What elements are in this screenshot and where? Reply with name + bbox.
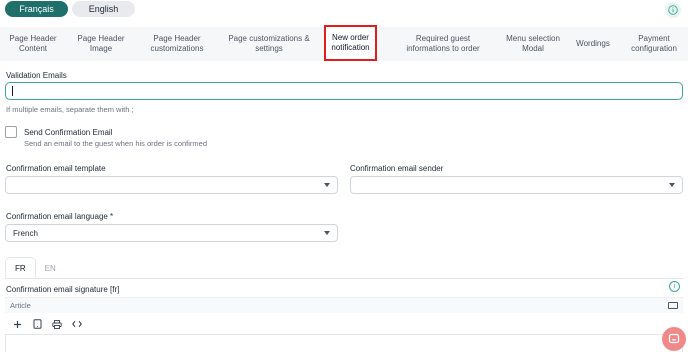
confirmation-sender-select[interactable] [350, 176, 683, 194]
tab-page-header-customizations[interactable]: Page Header customizations [136, 27, 218, 61]
validation-emails-input[interactable] [5, 82, 683, 100]
send-confirmation-description: Send an email to the guest when his orde… [24, 139, 208, 148]
chevron-down-icon [324, 183, 330, 187]
divider [5, 278, 683, 279]
settings-tabs: Page Header Content Page Header Image Pa… [0, 25, 688, 61]
tab-new-order-notification[interactable]: New order notification [324, 25, 377, 61]
confirmation-template-select[interactable] [5, 176, 338, 194]
confirmation-language-value: French [13, 228, 38, 238]
editor-block-type: Article [10, 301, 31, 310]
tablet-icon[interactable] [31, 318, 43, 330]
editor-block-header: Article [5, 297, 683, 313]
print-icon[interactable] [51, 318, 63, 330]
keyboard-icon[interactable] [668, 302, 678, 309]
confirmation-sender-label: Confirmation email sender [350, 164, 444, 173]
confirmation-language-select[interactable]: French [5, 224, 338, 242]
info-icon[interactable] [665, 2, 681, 18]
confirmation-template-label: Confirmation email template [6, 164, 106, 173]
chevron-down-icon [324, 231, 330, 235]
tab-wordings[interactable]: Wordings [570, 27, 616, 61]
code-icon[interactable] [71, 318, 83, 330]
tab-page-header-content[interactable]: Page Header Content [0, 27, 66, 61]
tab-page-header-image[interactable]: Page Header Image [66, 27, 136, 61]
info-icon[interactable]: i [669, 281, 680, 292]
language-en-button[interactable]: English [72, 1, 135, 17]
language-fr-button[interactable]: Français [5, 1, 68, 17]
language-switch: Français English [5, 1, 135, 19]
chevron-down-icon [669, 183, 675, 187]
editor-toolbar [5, 316, 83, 332]
chat-icon [668, 333, 680, 344]
text-cursor [12, 86, 13, 96]
validation-emails-hint: If multiple emails, separate them with ; [6, 105, 134, 114]
signature-editor[interactable] [5, 334, 683, 352]
chat-launcher-button[interactable] [662, 327, 686, 351]
validation-emails-label: Validation Emails [6, 71, 67, 80]
tab-required-guest-informations[interactable]: Required guest informations to order [392, 27, 494, 61]
confirmation-language-label: Confirmation email language * [6, 212, 114, 221]
tab-payment-configuration[interactable]: Payment configuration [622, 27, 686, 61]
send-confirmation-checkbox[interactable] [5, 126, 17, 138]
tab-page-customizations-settings[interactable]: Page customizations & settings [218, 27, 320, 61]
signature-label: Confirmation email signature [fr] [6, 285, 120, 294]
signature-language-tabs: FR EN [5, 257, 65, 279]
tab-menu-selection-modal[interactable]: Menu selection Modal [500, 27, 566, 61]
add-block-icon[interactable] [11, 318, 23, 330]
tab-signature-fr[interactable]: FR [5, 257, 36, 279]
send-confirmation-label: Send Confirmation Email [24, 128, 113, 137]
tab-signature-en[interactable]: EN [36, 257, 65, 279]
